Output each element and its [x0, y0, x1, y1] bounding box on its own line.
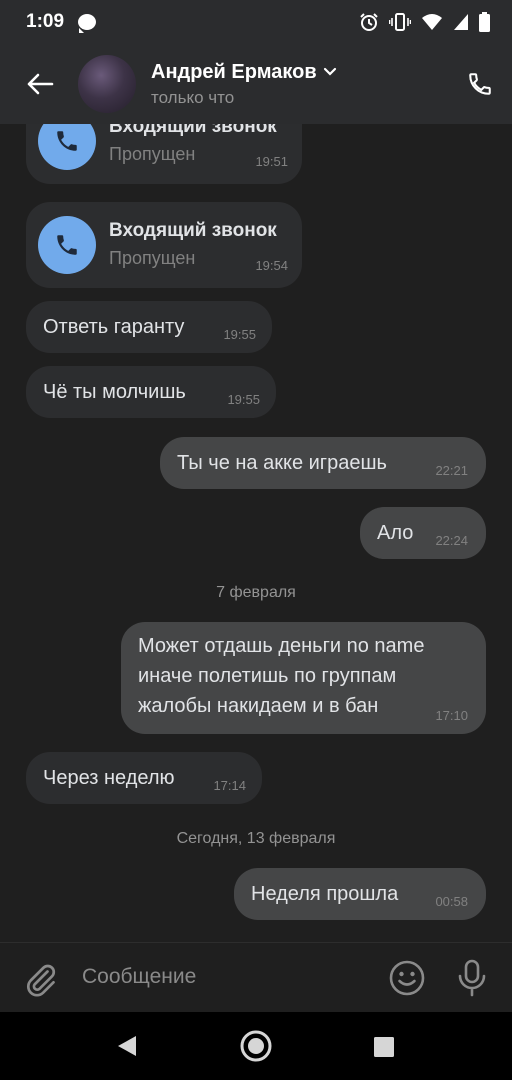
message-text: Ты че на акке играешь [177, 452, 387, 474]
phone-icon [469, 73, 491, 95]
incoming-message[interactable]: Чё ты молчишь 19:55 [26, 366, 276, 418]
message-list[interactable]: Входящий звонок Пропущен 19:51 Входящий … [0, 124, 512, 942]
status-bar: 1:09 [0, 0, 512, 44]
smiley-icon [389, 960, 425, 996]
missed-call-card[interactable]: Входящий звонок Пропущен 19:51 [26, 124, 302, 184]
message-line: жалобы накидаем и в бан [138, 695, 379, 717]
outgoing-message[interactable]: Может отдашь деньги no name иначе полети… [121, 622, 486, 734]
phone-icon [57, 131, 77, 151]
microphone-icon [458, 959, 486, 997]
cellular-signal-icon [454, 14, 468, 30]
call-button[interactable] [464, 68, 496, 100]
message-text: Может отдашь деньги no name иначе полети… [138, 631, 424, 721]
message-time: 17:14 [213, 778, 246, 793]
chevron-down-icon [323, 67, 336, 76]
chat-header: Андрей Ермаков только что [0, 44, 512, 124]
date-separator: 7 февраля [216, 584, 296, 601]
message-time: 19:54 [255, 258, 288, 273]
message-text: Неделя прошла [251, 883, 399, 905]
outgoing-message[interactable]: Ты че на акке играешь 22:21 [160, 437, 486, 489]
message-input[interactable]: Сообщение [82, 965, 196, 989]
system-navigation-bar [0, 1012, 512, 1080]
message-text: Через неделю [43, 767, 175, 789]
nav-back-button[interactable] [116, 1034, 138, 1063]
date-separator: Сегодня, 13 февраля [176, 830, 336, 847]
message-line: Может отдашь деньги no name [138, 635, 425, 657]
message-time: 22:24 [435, 533, 468, 548]
alarm-icon [360, 13, 378, 31]
message-time: 22:21 [435, 463, 468, 478]
status-time: 1:09 [26, 11, 65, 32]
message-line: иначе полетишь по группам [138, 665, 397, 687]
back-button[interactable] [0, 44, 80, 124]
attach-button[interactable] [22, 961, 58, 1002]
message-time: 17:10 [435, 708, 468, 723]
call-subtitle: Пропущен [109, 248, 196, 268]
call-circle [38, 216, 96, 274]
call-circle [38, 124, 96, 170]
message-text: Ало [377, 522, 414, 544]
system-icons [359, 12, 490, 32]
message-time: 00:58 [435, 894, 468, 909]
outgoing-message[interactable]: Ало 22:24 [360, 507, 486, 559]
vibrate-icon [389, 13, 411, 31]
message-text: Чё ты молчишь [43, 381, 186, 403]
nav-home-button[interactable] [239, 1029, 273, 1068]
circle-home-icon [240, 1030, 272, 1062]
nav-recents-button[interactable] [373, 1036, 395, 1063]
message-time: 19:55 [227, 392, 260, 407]
message-time: 19:51 [255, 154, 288, 169]
square-recents-icon [374, 1037, 394, 1057]
triangle-back-icon [118, 1036, 136, 1056]
contact-avatar[interactable] [78, 55, 136, 113]
call-title: Входящий звонок [109, 124, 277, 137]
outgoing-message[interactable]: Неделя прошла 00:58 [234, 868, 486, 920]
voice-message-button[interactable] [456, 959, 488, 1002]
message-composer: Сообщение [0, 942, 512, 1012]
arrow-left-icon [27, 73, 54, 95]
message-time: 19:55 [223, 327, 256, 342]
contact-name: Андрей Ермаков [151, 60, 317, 83]
missed-call-card[interactable]: Входящий звонок Пропущен 19:54 [26, 202, 302, 288]
message-text: Ответь гаранту [43, 316, 185, 338]
call-subtitle: Пропущен [109, 144, 196, 164]
battery-icon [479, 12, 490, 32]
contact-title-block[interactable]: Андрей Ермаков только что [151, 61, 337, 108]
emoji-button[interactable] [388, 959, 426, 1002]
paperclip-icon [26, 964, 56, 997]
incoming-message[interactable]: Ответь гаранту 19:55 [26, 301, 272, 353]
wifi-icon [422, 14, 442, 30]
incoming-message[interactable]: Через неделю 17:14 [26, 752, 262, 804]
call-title: Входящий звонок [109, 220, 277, 241]
contact-online-status: только что [151, 87, 235, 107]
notification-chat-icon [78, 14, 97, 33]
phone-icon [57, 235, 77, 255]
